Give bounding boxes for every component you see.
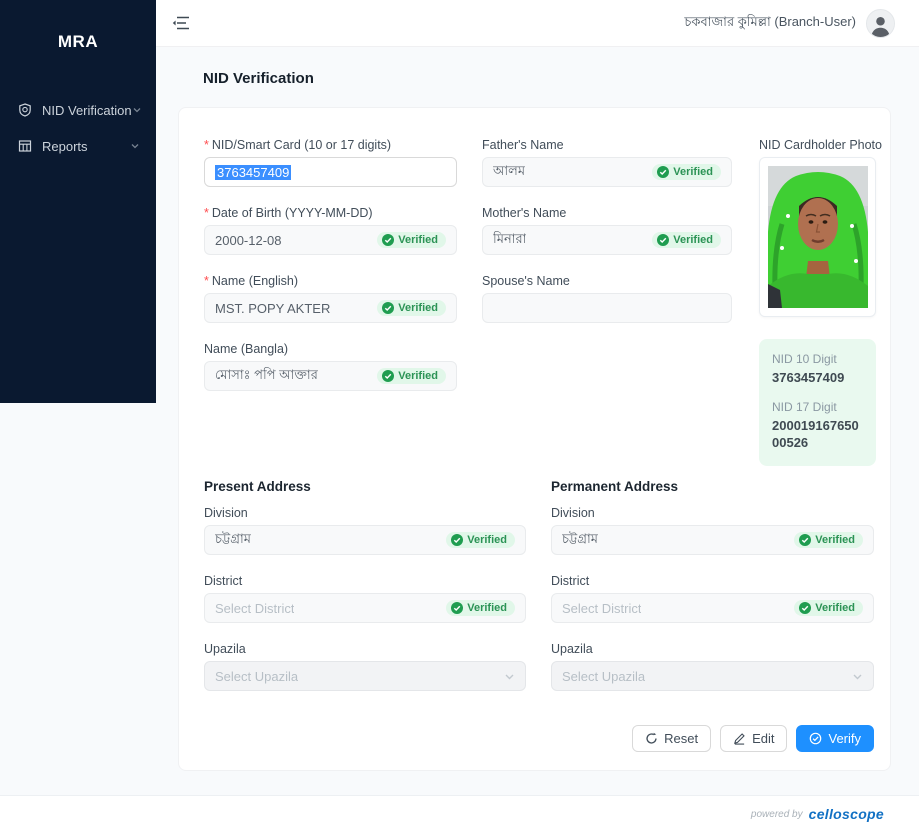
- verify-button[interactable]: Verify: [796, 725, 874, 752]
- field-spouse-name: Spouse's Name: [482, 274, 732, 323]
- required-asterisk: *: [204, 274, 209, 288]
- spouse-name-input[interactable]: [482, 293, 732, 323]
- app-root: MRA NID Verification Reports চকবাজার কুম…: [0, 0, 919, 832]
- field-name-english: * Name (English) MST. POPY AKTER Verified: [204, 274, 457, 323]
- nid-input[interactable]: 3763457409: [204, 157, 457, 187]
- field-nid: * NID/Smart Card (10 or 17 digits) 376345…: [204, 138, 457, 187]
- verified-badge: Verified: [377, 368, 446, 384]
- form-column-middle: Father's Name আলম Verified Mother's Name…: [482, 138, 732, 342]
- field-permanent-upazila: Upazila Select Upazila: [551, 642, 874, 691]
- sidebar-item-label: NID Verification: [42, 102, 132, 118]
- table-icon: [18, 139, 32, 153]
- portrait-photo-graphic: [768, 166, 868, 308]
- photo-label: NID Cardholder Photo: [759, 138, 882, 152]
- form-column-photo: NID Cardholder Photo NID 10 Digit 376345…: [759, 138, 882, 466]
- verified-badge: Verified: [446, 532, 515, 548]
- field-label: Name (English): [211, 274, 299, 288]
- field-label: Date of Birth (YYYY-MM-DD): [211, 206, 373, 220]
- field-name-bangla: Name (Bangla) মোসাঃ পপি আক্তার Verified: [204, 342, 457, 391]
- verified-badge: Verified: [377, 300, 446, 316]
- user-name: চকবাজার কুমিল্লা (Branch-User): [684, 13, 856, 29]
- top-header: চকবাজার কুমিল্লা (Branch-User): [156, 0, 919, 47]
- celloscope-logo: celloscope: [808, 806, 884, 822]
- present-district-select[interactable]: Select District Verified: [204, 593, 526, 623]
- field-label: Spouse's Name: [482, 274, 570, 288]
- edit-button[interactable]: Edit: [720, 725, 788, 752]
- reset-icon: [645, 732, 658, 745]
- sidebar-item-nid-verification[interactable]: NID Verification: [0, 92, 156, 128]
- required-asterisk: *: [204, 138, 209, 152]
- verified-badge: Verified: [377, 232, 446, 248]
- verified-badge: Verified: [652, 164, 721, 180]
- field-label: District: [204, 574, 243, 588]
- edit-icon: [733, 732, 746, 745]
- field-label: Division: [551, 506, 595, 520]
- page-footer: powered by celloscope: [0, 795, 919, 832]
- field-label: Name (Bangla): [204, 342, 289, 356]
- field-dob: * Date of Birth (YYYY-MM-DD) 2000-12-08 V…: [204, 206, 457, 255]
- menu-fold-icon[interactable]: [172, 15, 190, 31]
- action-buttons: Reset Edit Verify: [632, 725, 874, 752]
- app-logo: MRA: [57, 32, 99, 51]
- mother-name-input[interactable]: মিনারা Verified: [482, 225, 732, 255]
- permanent-address-section: Permanent Address Division চট্টগ্রাম Ver…: [551, 479, 874, 710]
- field-label: Division: [204, 506, 248, 520]
- user-menu[interactable]: চকবাজার কুমিল্লা (Branch-User): [684, 8, 895, 38]
- name-bangla-input[interactable]: মোসাঃ পপি আক্তার Verified: [204, 361, 457, 391]
- permanent-district-select[interactable]: Select District Verified: [551, 593, 874, 623]
- verified-badge: Verified: [794, 600, 863, 616]
- sidebar-item-label: Reports: [42, 138, 88, 154]
- present-upazila-select[interactable]: Select Upazila: [204, 661, 526, 691]
- chevron-down-icon: [130, 141, 140, 151]
- section-heading: Present Address: [204, 479, 311, 494]
- field-present-division: Division চট্টগ্রাম Verified: [204, 506, 526, 555]
- nid17-value: 20001916765000526: [772, 418, 859, 450]
- avatar: [866, 8, 895, 38]
- permanent-upazila-select[interactable]: Select Upazila: [551, 661, 874, 691]
- name-english-input[interactable]: MST. POPY AKTER Verified: [204, 293, 457, 323]
- sidebar-nav: NID Verification Reports: [0, 92, 156, 164]
- reset-button[interactable]: Reset: [632, 725, 712, 752]
- nid17-label: NID 17 Digit: [772, 400, 837, 414]
- nid-cardholder-photo: [759, 157, 876, 317]
- chevron-down-icon: [132, 105, 142, 115]
- nid10-value: 3763457409: [772, 370, 845, 385]
- nid-summary-box: NID 10 Digit 3763457409 NID 17 Digit 200…: [759, 339, 876, 466]
- field-mother-name: Mother's Name মিনারা Verified: [482, 206, 732, 255]
- field-label: NID/Smart Card (10 or 17 digits): [211, 138, 392, 152]
- section-heading: Permanent Address: [551, 479, 679, 494]
- permanent-division-input[interactable]: চট্টগ্রাম Verified: [551, 525, 874, 555]
- field-present-upazila: Upazila Select Upazila: [204, 642, 526, 691]
- required-asterisk: *: [204, 206, 209, 220]
- dob-input[interactable]: 2000-12-08 Verified: [204, 225, 457, 255]
- nid-verification-card: * NID/Smart Card (10 or 17 digits) 376345…: [178, 107, 891, 771]
- powered-by-text: powered by: [750, 808, 803, 820]
- verified-badge: Verified: [794, 532, 863, 548]
- field-permanent-district: District Select District Verified: [551, 574, 874, 623]
- field-label: Father's Name: [482, 138, 564, 152]
- form-column-left: * NID/Smart Card (10 or 17 digits) 376345…: [204, 138, 457, 410]
- field-label: Mother's Name: [482, 206, 567, 220]
- check-circle-icon: [809, 732, 822, 745]
- father-name-input[interactable]: আলম Verified: [482, 157, 732, 187]
- present-division-input[interactable]: চট্টগ্রাম Verified: [204, 525, 526, 555]
- verified-badge: Verified: [652, 232, 721, 248]
- nid10-label: NID 10 Digit: [772, 352, 837, 366]
- field-present-district: District Select District Verified: [204, 574, 526, 623]
- field-father-name: Father's Name আলম Verified: [482, 138, 732, 187]
- sidebar-item-reports[interactable]: Reports: [0, 128, 156, 164]
- field-label: District: [551, 574, 590, 588]
- field-permanent-division: Division চট্টগ্রাম Verified: [551, 506, 874, 555]
- sidebar: MRA NID Verification Reports: [0, 0, 156, 403]
- shield-icon: [18, 103, 32, 117]
- chevron-down-icon: [852, 671, 863, 682]
- chevron-down-icon: [504, 671, 515, 682]
- field-label: Upazila: [551, 642, 593, 656]
- verified-badge: Verified: [446, 600, 515, 616]
- selected-text: 3763457409: [215, 164, 292, 180]
- page-title: NID Verification: [203, 70, 314, 87]
- field-label: Upazila: [204, 642, 246, 656]
- present-address-section: Present Address Division চট্টগ্রাম Verif…: [204, 479, 526, 710]
